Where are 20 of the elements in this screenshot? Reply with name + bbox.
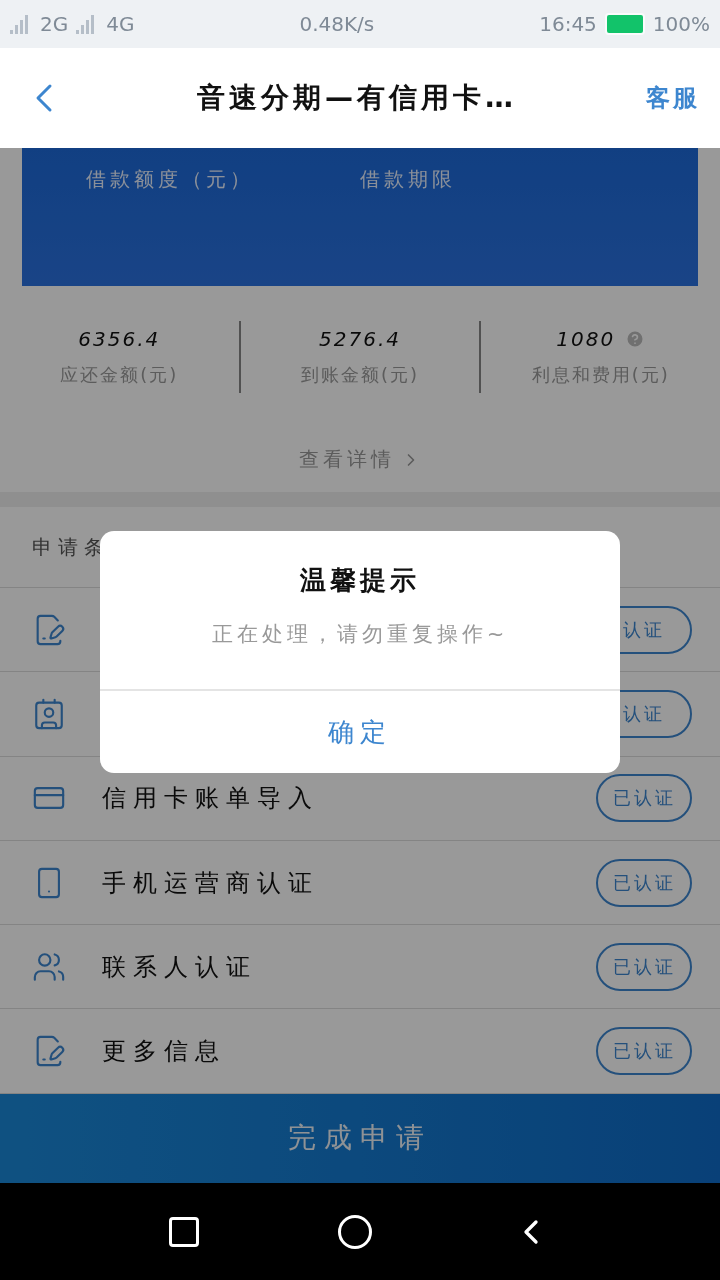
network-type: 2G	[40, 12, 69, 36]
row-label: 更多信息	[102, 1036, 227, 1068]
network-speed: 0.48K/s	[299, 12, 375, 36]
network-type: 4G	[106, 12, 135, 36]
card-label: 借款期限	[360, 166, 457, 193]
amount-label: 到账金额(元)	[301, 362, 420, 387]
dialog-title: 温馨提示	[299, 564, 421, 597]
dialog-message: 正在处理，请勿重复操作~	[210, 621, 510, 648]
amount-value: 6356.4	[78, 326, 161, 351]
page-title: 音速分期—有信用卡…	[196, 80, 518, 116]
amount-label: 应还金额(元)	[60, 362, 179, 387]
row-label: 联系人认证	[102, 951, 258, 983]
clock: 16:45	[539, 12, 597, 36]
amount-value: 1080	[556, 326, 616, 351]
battery-level: 100%	[652, 12, 710, 36]
amount-label: 利息和费用(元)	[531, 362, 670, 387]
card-label: 借款额度（元）	[86, 166, 255, 193]
row-label: 信用卡账单导入	[102, 783, 320, 815]
amount-value: 5276.4	[319, 326, 401, 351]
row-label: 手机运营商认证	[102, 867, 320, 899]
